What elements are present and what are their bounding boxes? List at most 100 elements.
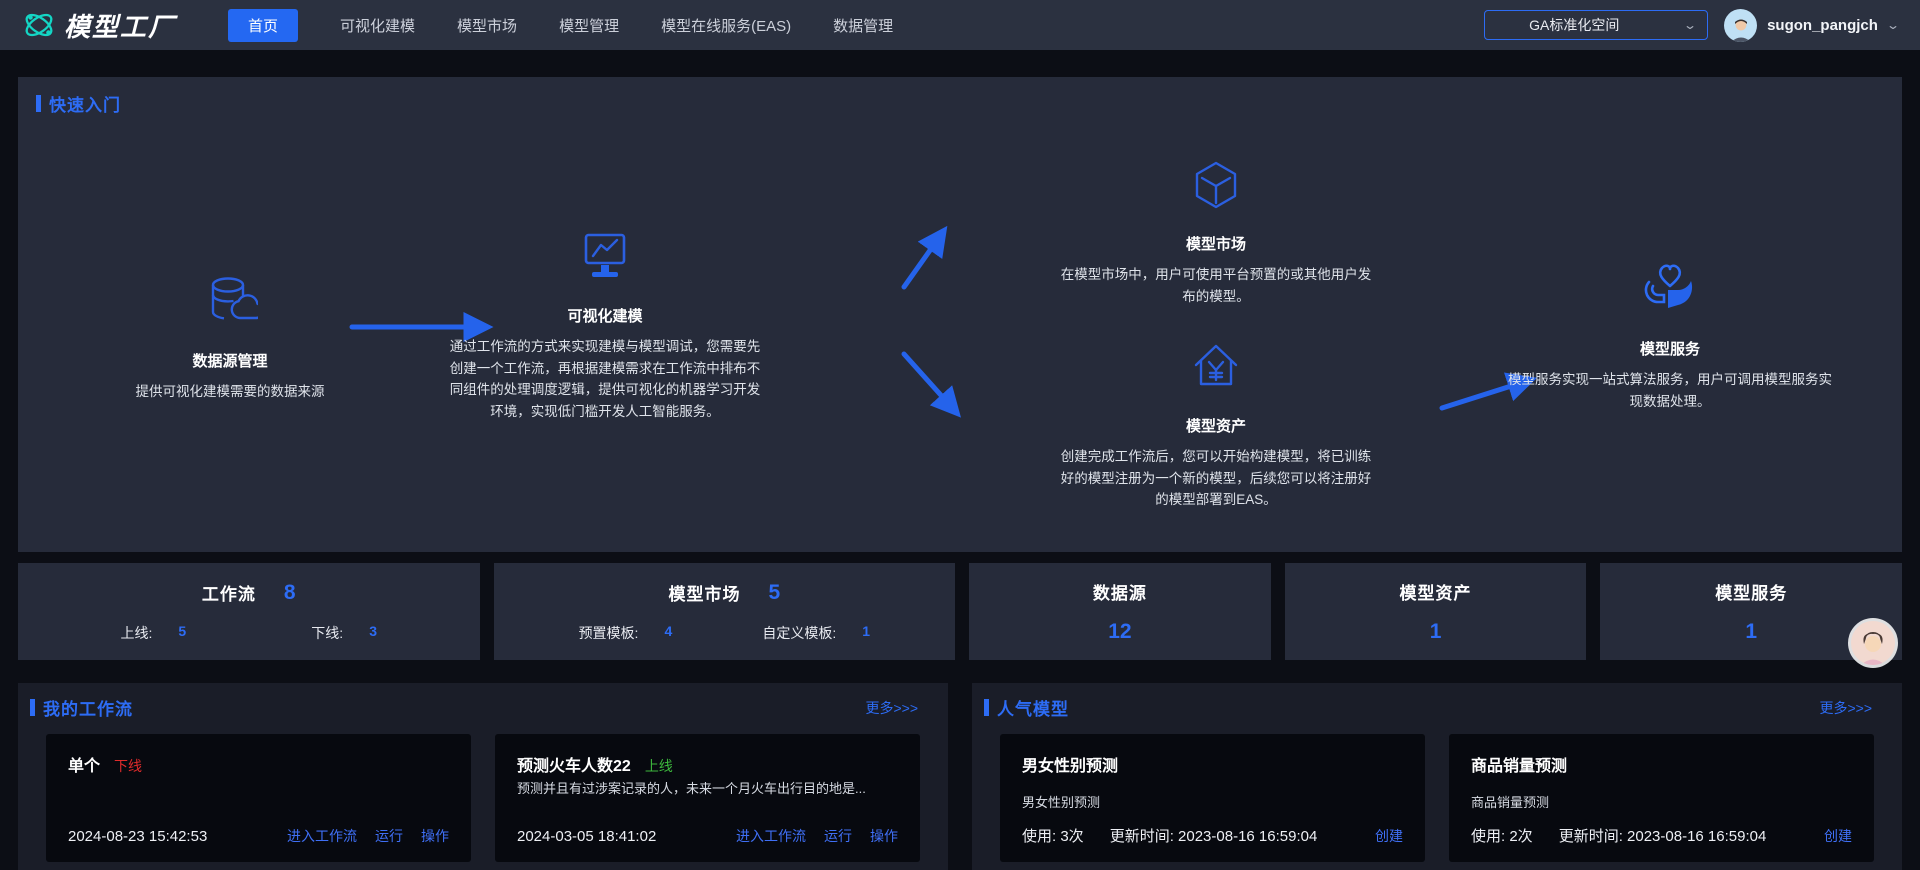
step-data-source: 数据源管理 提供可视化建模需要的数据来源 — [80, 272, 380, 403]
step-title: 模型服务 — [1640, 338, 1700, 359]
monitor-chart-icon — [578, 229, 632, 283]
model-card: 男女性别预测 男女性别预测 使用: 3次 更新时间: 2023-08-16 16… — [1000, 734, 1425, 862]
model-name: 男女性别预测 — [1022, 752, 1118, 776]
stat-title: 工作流 — [202, 580, 256, 605]
arrow-down-right-icon — [904, 354, 956, 412]
popular-models-more-link[interactable]: 更多>>> — [1819, 698, 1872, 718]
step-desc: 模型服务实现一站式算法服务，用户可调用模型服务实现数据处理。 — [1505, 369, 1835, 412]
stat-detail-label: 预置模板: — [579, 623, 639, 643]
model-updated: 更新时间: 2023-08-16 16:59:04 — [1110, 825, 1318, 846]
bottom-sections: 我的工作流 更多>>> 单个 下线 2024-08-23 15:42:53 进入… — [18, 683, 1902, 870]
my-workflows-title: 我的工作流 — [43, 695, 133, 720]
stat-title: 数据源 — [1093, 579, 1147, 604]
nav-item-visual-modeling[interactable]: 可视化建模 — [340, 9, 415, 42]
stat-detail-value: 4 — [664, 623, 672, 643]
step-model-service: 模型服务 模型服务实现一站式算法服务，用户可调用模型服务实现数据处理。 — [1505, 260, 1835, 412]
my-workflows-more-link[interactable]: 更多>>> — [865, 698, 918, 718]
nav-item-home[interactable]: 首页 — [228, 9, 298, 42]
stat-title: 模型服务 — [1715, 579, 1787, 604]
stat-card-model-market: 模型市场 5 预置模板: 4 自定义模板: 1 — [494, 563, 956, 660]
nav-item-data-management[interactable]: 数据管理 — [833, 9, 893, 42]
user-avatar — [1724, 9, 1757, 42]
model-usage: 使用: 3次 — [1022, 825, 1084, 846]
popular-models-header: 人气模型 — [984, 695, 1069, 720]
cube-icon — [1190, 159, 1242, 211]
workflow-desc: 预测并且有过涉案记录的人，未来一个月火车出行目的地是... — [517, 778, 898, 797]
username-label: sugon_pangjch — [1767, 17, 1878, 34]
model-desc: 商品销量预测 — [1471, 792, 1852, 811]
user-menu[interactable]: sugon_pangjch ⌄ — [1724, 9, 1898, 42]
stat-card-model-assets: 模型资产 1 — [1285, 563, 1587, 660]
stat-detail-value: 5 — [178, 623, 186, 643]
my-workflows-section: 我的工作流 更多>>> 单个 下线 2024-08-23 15:42:53 进入… — [18, 683, 948, 870]
workspace-select-value: GA标准化空间 — [1529, 15, 1619, 35]
brand: 模型工厂 — [22, 7, 176, 44]
operations-link[interactable]: 操作 — [870, 826, 898, 846]
quick-start-header: 快速入门 — [36, 91, 121, 116]
stat-value: 5 — [768, 581, 780, 605]
stat-value: 12 — [969, 620, 1271, 644]
model-updated: 更新时间: 2023-08-16 16:59:04 — [1559, 825, 1767, 846]
step-visual-modeling: 可视化建模 通过工作流的方式来实现建模与模型调试，您需要先创建一个工作流，再根据… — [445, 229, 765, 422]
step-desc: 通过工作流的方式来实现建模与模型调试，您需要先创建一个工作流，再根据建模需求在工… — [445, 336, 765, 422]
run-link[interactable]: 运行 — [375, 826, 403, 846]
heart-hand-icon — [1641, 260, 1699, 316]
workspace-select[interactable]: GA标准化空间 ⌄ — [1484, 10, 1708, 40]
workflow-time: 2024-03-05 18:41:02 — [517, 828, 656, 845]
stat-detail-label: 上线: — [121, 623, 153, 643]
nav-item-model-market[interactable]: 模型市场 — [457, 9, 517, 42]
step-title: 模型资产 — [1186, 415, 1246, 436]
stat-detail-value: 1 — [862, 623, 870, 643]
step-model-market: 模型市场 在模型市场中，用户可使用平台预置的或其他用户发布的模型。 — [1056, 159, 1376, 307]
step-desc: 提供可视化建模需要的数据来源 — [136, 381, 325, 403]
workflow-card: 预测火车人数22 上线 预测并且有过涉案记录的人，未来一个月火车出行目的地是..… — [495, 734, 920, 862]
my-workflows-header: 我的工作流 — [30, 695, 133, 720]
stats-row: 工作流 8 上线: 5 下线: 3 模型市场 5 预置模板: 4 自定义模板: 1 数据… — [18, 563, 1902, 660]
operations-link[interactable]: 操作 — [421, 826, 449, 846]
stat-detail-value: 3 — [369, 623, 377, 643]
user-chevron-down-icon: ⌄ — [1886, 18, 1900, 32]
brand-atom-icon — [22, 8, 56, 42]
workflow-name: 单个 — [68, 752, 100, 776]
enter-workflow-link[interactable]: 进入工作流 — [736, 826, 806, 846]
database-cloud-icon — [202, 272, 258, 328]
navbar: 模型工厂 首页 可视化建模 模型市场 模型管理 模型在线服务(EAS) 数据管理… — [0, 0, 1920, 50]
quick-start-title: 快速入门 — [49, 91, 121, 116]
stat-title: 模型资产 — [1400, 579, 1472, 604]
workflow-status-badge: 上线 — [645, 756, 673, 776]
enter-workflow-link[interactable]: 进入工作流 — [287, 826, 357, 846]
create-link[interactable]: 创建 — [1824, 826, 1852, 846]
section-bar-icon — [984, 699, 989, 716]
chevron-down-icon: ⌄ — [1683, 18, 1697, 32]
model-usage: 使用: 2次 — [1471, 825, 1533, 846]
stat-value: 1 — [1285, 620, 1587, 644]
step-model-asset: 模型资产 创建完成工作流后，您可以开始构建模型，将已训练好的模型注册为一个新的模… — [1056, 337, 1376, 511]
step-title: 模型市场 — [1186, 233, 1246, 254]
nav-item-model-management[interactable]: 模型管理 — [559, 9, 619, 42]
stat-title: 模型市场 — [668, 580, 740, 605]
section-bar-icon — [36, 95, 41, 112]
workflow-card: 单个 下线 2024-08-23 15:42:53 进入工作流 运行 操作 — [46, 734, 471, 862]
brand-title: 模型工厂 — [64, 7, 176, 44]
step-title: 可视化建模 — [567, 305, 642, 326]
create-link[interactable]: 创建 — [1375, 826, 1403, 846]
quick-start-panel: 快速入门 数据源管理 提供可视化建模需要的数据来源 — [18, 77, 1902, 552]
popular-models-section: 人气模型 更多>>> 男女性别预测 男女性别预测 使用: 3次 更新时间: 20… — [972, 683, 1902, 870]
step-desc: 在模型市场中，用户可使用平台预置的或其他用户发布的模型。 — [1056, 264, 1376, 307]
house-yen-icon — [1188, 337, 1244, 393]
model-card: 商品销量预测 商品销量预测 使用: 2次 更新时间: 2023-08-16 16… — [1449, 734, 1874, 862]
step-title: 数据源管理 — [192, 350, 267, 371]
run-link[interactable]: 运行 — [824, 826, 852, 846]
stat-detail-label: 自定义模板: — [762, 623, 836, 643]
stat-detail-label: 下线: — [311, 623, 343, 643]
avatar-face-icon — [1728, 16, 1754, 42]
nav-items: 首页 可视化建模 模型市场 模型管理 模型在线服务(EAS) 数据管理 — [228, 9, 893, 42]
section-bar-icon — [30, 699, 35, 716]
stat-value: 8 — [284, 581, 296, 605]
model-name: 商品销量预测 — [1471, 752, 1567, 776]
nav-item-eas-service[interactable]: 模型在线服务(EAS) — [661, 9, 791, 42]
workflow-time: 2024-08-23 15:42:53 — [68, 828, 207, 845]
stat-card-data-sources: 数据源 12 — [969, 563, 1271, 660]
navbar-right: GA标准化空间 ⌄ sugon_pangjch ⌄ — [1484, 0, 1898, 50]
floating-avatar[interactable] — [1851, 621, 1895, 665]
